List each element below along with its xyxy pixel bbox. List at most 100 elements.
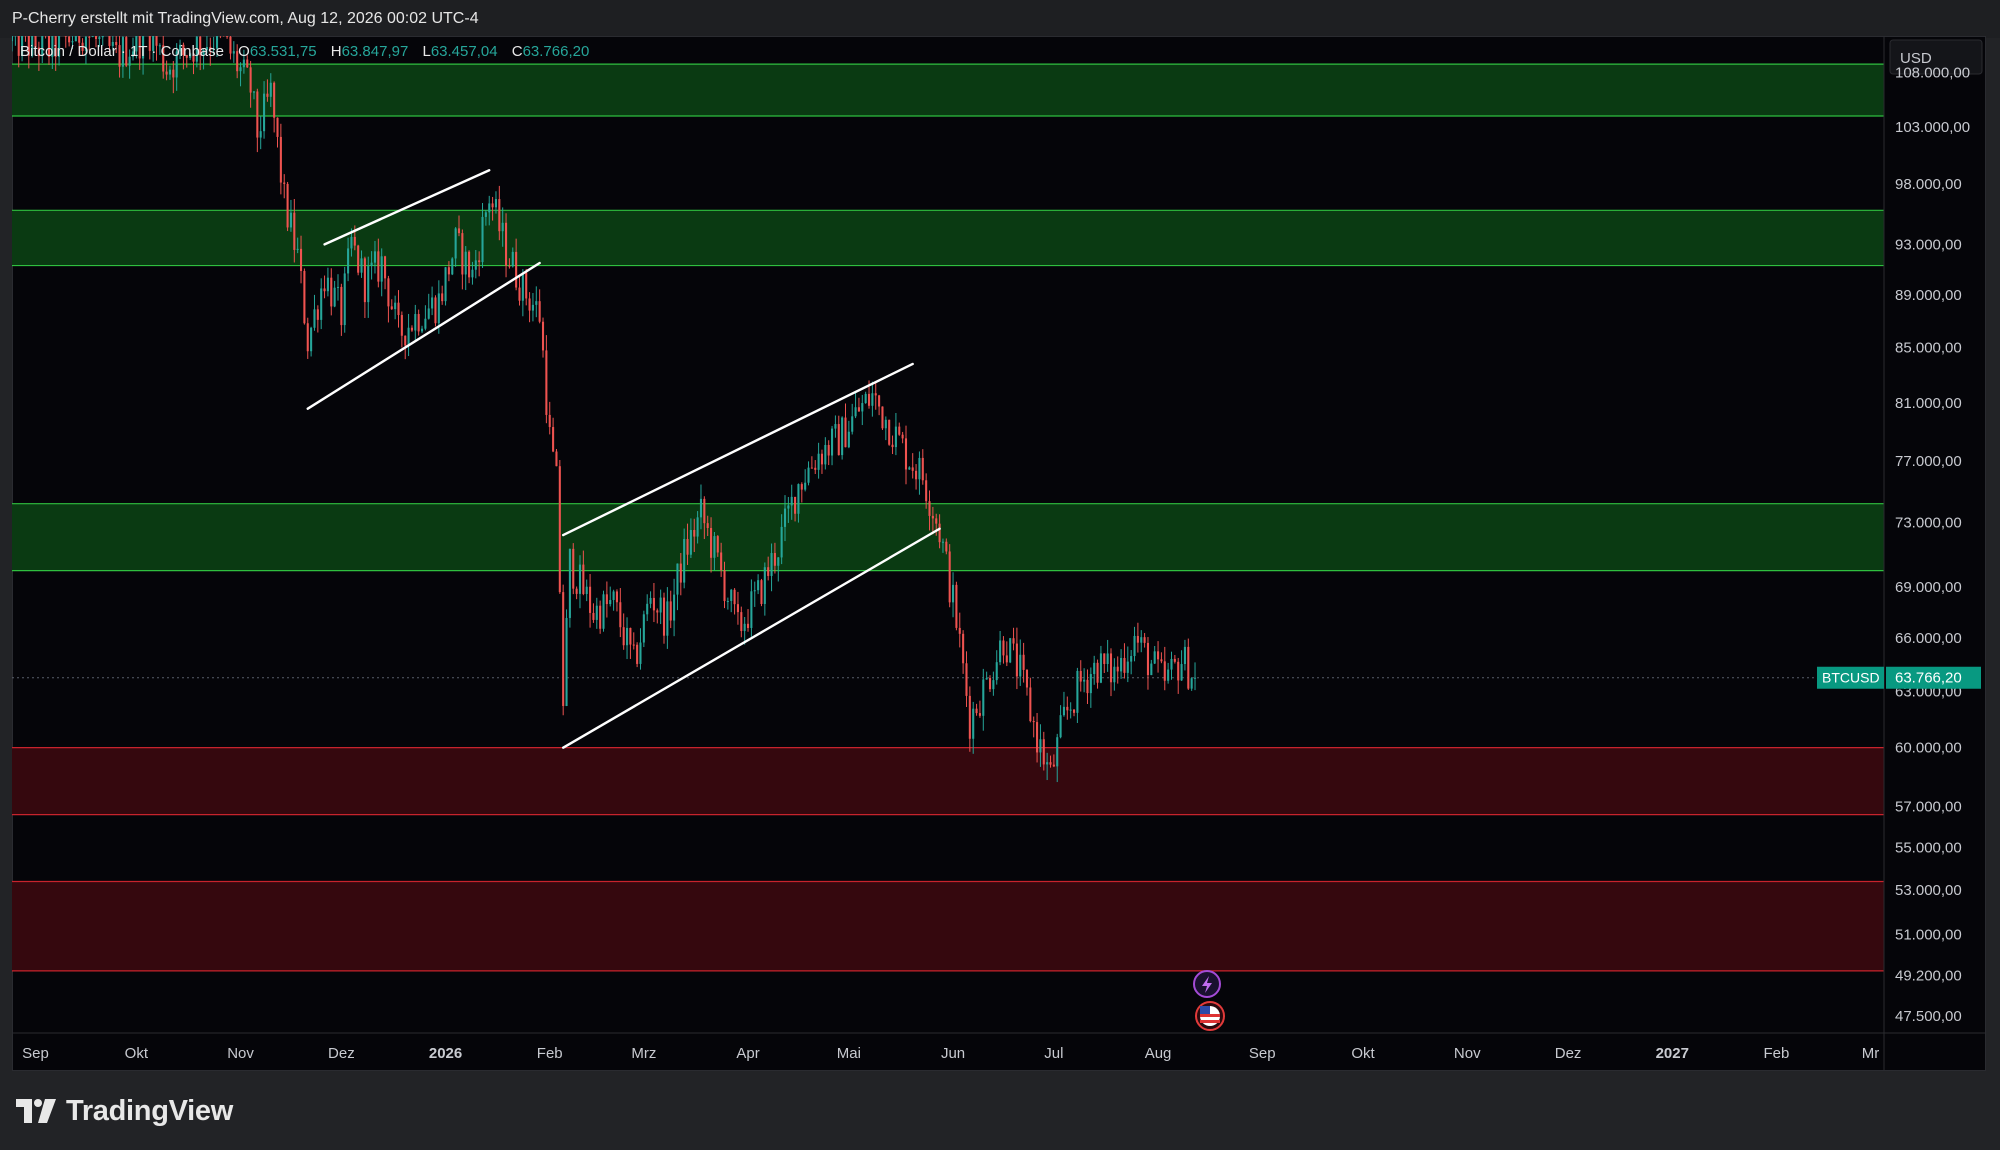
candle	[656, 608, 659, 624]
candle	[555, 448, 558, 467]
candle	[851, 403, 854, 435]
lightning-icon[interactable]	[1193, 970, 1221, 998]
candle	[999, 631, 1002, 666]
candle	[1072, 709, 1076, 717]
candle	[874, 381, 877, 410]
candle	[804, 469, 807, 492]
candle	[1096, 659, 1099, 689]
candle	[904, 425, 908, 485]
tradingview-wordmark: TradingView	[66, 1094, 233, 1127]
price-tag-value: 63.766,20	[1895, 670, 1962, 687]
time-tick-label: Feb	[1764, 1045, 1790, 1062]
candle	[387, 275, 390, 323]
candle	[14, 36, 16, 46]
candle	[988, 675, 992, 692]
candle	[837, 415, 840, 456]
support-zone-2[interactable]	[12, 503, 1884, 571]
price-tag-symbol: BTCUSD	[1822, 670, 1880, 686]
candle	[649, 591, 652, 609]
candle	[1029, 677, 1032, 723]
candle	[824, 437, 827, 470]
time-tick-label: Mai	[837, 1045, 861, 1062]
candle	[831, 425, 834, 466]
candle	[1106, 639, 1109, 672]
resistance-zone-3[interactable]	[12, 747, 1884, 815]
candle	[24, 36, 26, 42]
candle	[1146, 637, 1150, 690]
candle	[562, 584, 565, 716]
header-bar: P-Cherry erstellt mit TradingView.com, A…	[0, 0, 2000, 38]
candle	[1173, 654, 1176, 664]
candle	[521, 269, 524, 317]
candle	[316, 305, 319, 333]
tradingview-logo-icon	[16, 1099, 56, 1123]
candle	[666, 587, 669, 649]
price-chart[interactable]: USD 108.000,00103.000,0098.000,0093.000,…	[12, 36, 1986, 1071]
time-tick-label: Apr	[736, 1045, 759, 1062]
candle	[420, 325, 424, 334]
candle	[384, 255, 387, 290]
candle	[881, 406, 884, 430]
candle	[642, 610, 645, 648]
candle	[901, 431, 904, 444]
candle	[948, 544, 951, 608]
time-axis[interactable]: Sep Okt Nov Dez 2026 Feb Mrz Apr Mai Jun Jul Aug Sep…	[12, 1032, 1986, 1062]
candle	[841, 416, 844, 460]
candle	[1140, 630, 1143, 653]
candle	[1019, 639, 1022, 686]
candle	[565, 609, 568, 707]
candle	[992, 671, 995, 696]
time-tick-label: Nov	[227, 1045, 254, 1062]
candle	[273, 81, 276, 133]
candle	[1190, 677, 1193, 691]
event-markers[interactable]	[1193, 970, 1225, 1031]
candle	[1093, 655, 1096, 685]
price-tick-label: 47.500,00	[1895, 1008, 1962, 1025]
candle	[1187, 638, 1190, 690]
time-tick-label: 2027	[1656, 1045, 1689, 1062]
candle	[232, 41, 235, 63]
trendline-0[interactable]	[306, 261, 541, 410]
time-tick-label: 2026	[429, 1045, 462, 1062]
candle	[219, 36, 221, 39]
candle	[1109, 648, 1113, 697]
price-tick-label: 93.000,00	[1895, 236, 1962, 253]
candle	[1170, 651, 1173, 680]
time-tick-label: Sep	[1249, 1045, 1276, 1062]
candle	[854, 392, 857, 419]
candle	[1083, 668, 1086, 693]
candle	[414, 304, 417, 342]
legend-o-value: 63.531,75	[250, 43, 317, 60]
legend-c-label: C	[512, 43, 523, 60]
candle	[898, 422, 901, 436]
candle	[807, 461, 810, 486]
candle	[226, 36, 229, 39]
resistance-zone-4[interactable]	[12, 881, 1884, 971]
price-tick-label: 108.000,00	[1895, 65, 1970, 82]
candle	[229, 36, 232, 60]
candle	[599, 600, 602, 634]
time-tick-label: Dez	[328, 1045, 355, 1062]
candle	[545, 335, 548, 424]
candle	[622, 613, 625, 650]
tradingview-brand[interactable]: TradingView	[14, 1094, 233, 1128]
candle	[955, 581, 958, 631]
candle	[1193, 662, 1197, 691]
candle	[975, 703, 978, 716]
candle	[968, 686, 971, 752]
candle	[911, 453, 914, 479]
candle	[343, 266, 346, 333]
support-zone-0[interactable]	[12, 64, 1884, 116]
candle	[736, 591, 739, 625]
price-tick-label: 103.000,00	[1895, 119, 1970, 136]
candle	[407, 313, 410, 357]
candle	[891, 435, 894, 455]
time-tick-label: Feb	[537, 1045, 563, 1062]
us-flag-icon[interactable]	[1195, 1001, 1225, 1031]
candle	[844, 403, 847, 448]
support-zone-1[interactable]	[12, 210, 1884, 266]
time-tick-label: Mrz	[631, 1045, 656, 1062]
candle	[652, 582, 655, 623]
price-axis[interactable]: USD 108.000,00103.000,0098.000,0093.000,…	[1883, 36, 1983, 1071]
candle	[1120, 649, 1123, 679]
